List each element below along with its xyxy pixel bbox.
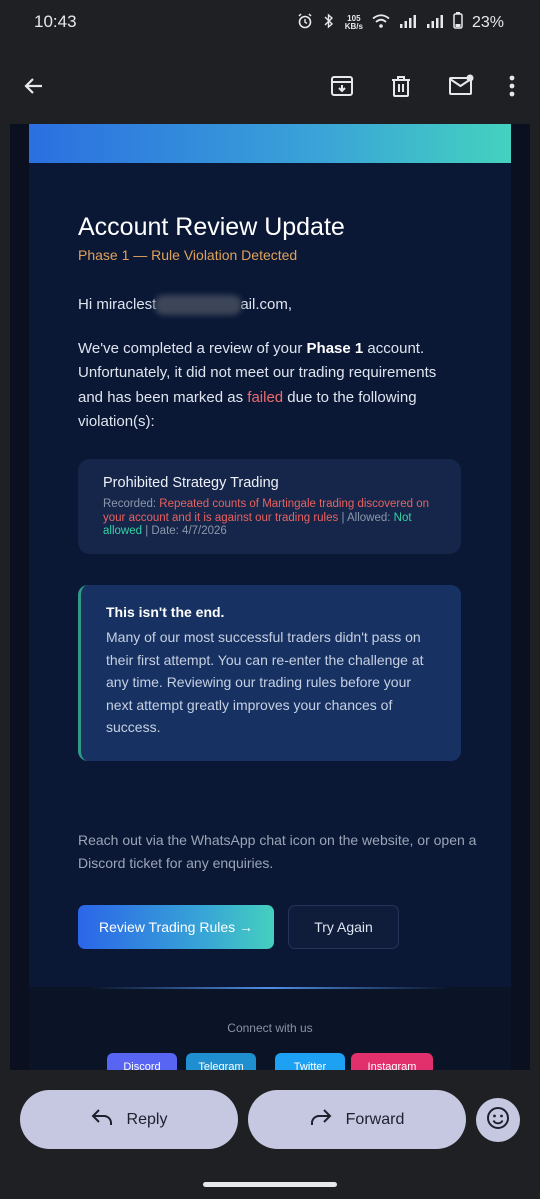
footer-divider [89, 987, 451, 989]
connect-label: Connect with us [227, 1021, 313, 1035]
greeting: Hi miraclest ail.com, [78, 295, 292, 315]
email-footer: Connect with us Discord Telegram Twitter… [29, 987, 511, 1070]
email-subtitle: Phase 1 — Rule Violation Detected [78, 247, 298, 263]
more-icon[interactable] [492, 66, 532, 106]
reach-out-text: Reach out via the WhatsApp chat icon on … [78, 832, 477, 871]
note-title: This isn't the end. [106, 604, 225, 620]
bluetooth-icon [322, 12, 336, 34]
smiley-icon [486, 1106, 510, 1135]
clock: 10:43 [34, 12, 77, 31]
archive-icon[interactable] [322, 66, 362, 106]
header-gradient-bar [29, 124, 511, 163]
twitter-button[interactable]: Twitter [275, 1053, 345, 1070]
reply-button[interactable]: Reply [20, 1090, 238, 1149]
email-card: Account Review Update Phase 1 — Rule Vio… [29, 163, 511, 987]
failed-label: failed [247, 388, 284, 406]
battery-icon [453, 12, 463, 34]
review-trading-rules-button[interactable]: Review Trading Rules → [78, 905, 274, 949]
forward-button[interactable]: Forward [248, 1090, 466, 1149]
wifi-icon [372, 13, 390, 33]
email-title: Account Review Update [78, 213, 345, 241]
violation-box: Prohibited Strategy Trading Recorded: Re… [78, 459, 461, 554]
discord-button[interactable]: Discord [107, 1053, 177, 1070]
forward-label: Forward [345, 1110, 405, 1128]
bottom-action-bar: Reply Forward [0, 1070, 540, 1199]
violation-title: Prohibited Strategy Trading [103, 475, 279, 491]
home-indicator[interactable] [203, 1182, 337, 1187]
app-toolbar [0, 60, 540, 110]
signal-icon [399, 14, 417, 33]
encouragement-box: This isn't the end. Many of our most suc… [78, 585, 461, 761]
forward-icon [310, 1108, 332, 1131]
network-speed: 105 KB/s [344, 14, 363, 31]
try-again-button[interactable]: Try Again [288, 905, 399, 949]
note-body: Many of our most successful traders didn… [106, 629, 424, 736]
emoji-reaction-button[interactable] [476, 1098, 520, 1142]
reply-label: Reply [126, 1110, 168, 1128]
delete-icon[interactable] [381, 66, 421, 106]
instagram-button[interactable]: Instagram [351, 1053, 433, 1070]
redaction-blur [154, 295, 243, 315]
review-paragraph: We've completed a review of your Phase 1… [78, 340, 437, 430]
reply-icon [91, 1108, 113, 1131]
email-body: Account Review Update Phase 1 — Rule Vio… [10, 124, 530, 1070]
violation-details: Recorded: Repeated counts of Martingale … [103, 498, 430, 538]
telegram-button[interactable]: Telegram [186, 1053, 256, 1070]
back-arrow-icon[interactable] [14, 66, 54, 106]
status-bar: 10:43 105 KB/s 23% [0, 0, 540, 46]
mark-unread-icon[interactable] [441, 66, 481, 106]
battery-percent: 23% [471, 14, 504, 31]
alarm-icon [297, 12, 313, 34]
signal-icon-2 [426, 14, 444, 33]
